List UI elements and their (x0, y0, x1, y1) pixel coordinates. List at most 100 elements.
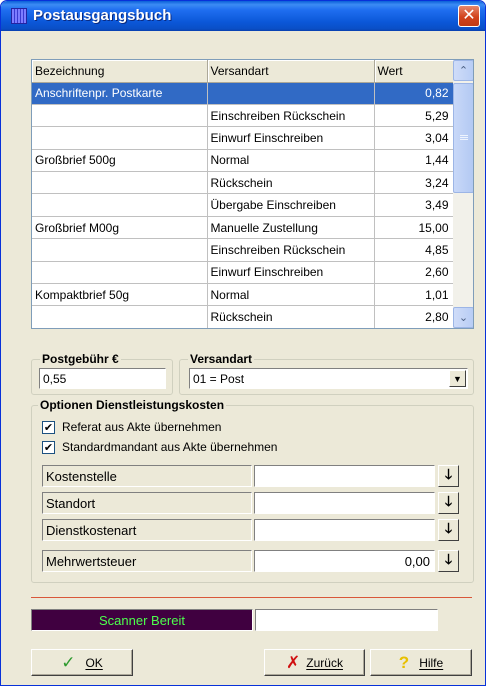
kostenstelle-lookup-button[interactable]: 🡓 (438, 465, 459, 487)
thumb-grip (460, 139, 468, 140)
scroll-down-button[interactable]: ⌄ (453, 307, 473, 328)
checkbox-referat[interactable]: ✔ Referat aus Akte übernehmen (42, 419, 221, 435)
table-row[interactable]: Übergabe Einschreiben 3,49 (32, 193, 454, 217)
column-header-bezeichnung[interactable]: Bezeichnung (32, 60, 208, 83)
cross-icon: ✗ (286, 652, 301, 672)
arrow-down-icon: 🡓 (444, 520, 453, 536)
cell-wert: 3,49 (374, 193, 454, 217)
ok-button[interactable]: ✓ OK (31, 649, 133, 676)
postage-table: Bezeichnung Versandart Wert Anschriftenp… (32, 60, 454, 328)
title-bar[interactable]: Postausgangsbuch ✕ (1, 1, 485, 31)
close-button[interactable]: ✕ (458, 5, 480, 27)
table-row[interactable]: Rückschein 3,24 (32, 171, 454, 195)
table-row[interactable]: Kompaktbrief 50g Normal 1,01 (32, 283, 454, 307)
checkbox-box[interactable]: ✔ (42, 420, 55, 434)
cell-bezeichnung: Anschriftenpr. Postkarte (32, 82, 208, 105)
dienstkostenart-field[interactable] (254, 519, 435, 541)
dropdown-button[interactable]: ▼ (449, 370, 466, 387)
cell-versandart: Normal (207, 149, 375, 173)
close-icon: ✕ (462, 7, 476, 24)
scrollbar-thumb[interactable] (453, 83, 473, 193)
grid-header-row: Bezeichnung Versandart Wert (32, 60, 454, 83)
table-row[interactable]: Einwurf Einschreiben 3,04 (32, 126, 454, 150)
scanner-input[interactable] (255, 609, 438, 631)
cell-versandart: Einschreiben Rückschein (207, 238, 375, 262)
thumb-grip (460, 137, 468, 138)
versandart-group: Versandart 01 = Post ▼ (179, 352, 474, 395)
scroll-up-button[interactable]: ⌃ (453, 60, 473, 81)
checkbox-standardmandant[interactable]: ✔ Standardmandant aus Akte übernehmen (42, 439, 277, 455)
mehrwertsteuer-label: Mehrwertsteuer (42, 550, 252, 572)
table-row[interactable]: Rückschein 2,80 (32, 305, 454, 328)
cell-versandart: Einwurf Einschreiben (207, 126, 375, 150)
grid-body: Anschriftenpr. Postkarte 0,82 Einschreiben… (32, 82, 454, 328)
window-title: Postausgangsbuch (33, 7, 172, 24)
separator-line (31, 597, 472, 598)
checkbox-label: Standardmandant aus Akte übernehmen (62, 440, 278, 454)
cell-versandart: Normal (207, 283, 375, 307)
versandart-label: Versandart (188, 352, 255, 366)
cell-bezeichnung (32, 171, 208, 195)
help-button-label: Hilfe (419, 655, 444, 670)
cell-bezeichnung (32, 238, 208, 262)
standort-label: Standort (42, 492, 252, 514)
cell-wert: 1,01 (374, 283, 454, 307)
table-row[interactable]: Großbrief 500g Normal 1,44 (32, 149, 454, 173)
ok-button-label: OK (85, 655, 103, 670)
cell-bezeichnung (32, 126, 208, 150)
kostenstelle-field[interactable] (254, 465, 435, 487)
postgebuehr-label: Postgebühr € (40, 352, 121, 366)
checkbox-box[interactable]: ✔ (42, 440, 55, 454)
postgebuehr-input[interactable]: 0,55 (39, 368, 166, 389)
table-row[interactable]: Einschreiben Rückschein 5,29 (32, 104, 454, 128)
kostenstelle-label: Kostenstelle (42, 465, 252, 487)
cell-wert: 3,24 (374, 171, 454, 195)
back-button[interactable]: ✗ Zurück (264, 649, 365, 676)
cell-wert: 2,60 (374, 261, 454, 285)
arrow-down-icon: 🡓 (444, 551, 453, 567)
cell-wert: 1,44 (374, 149, 454, 173)
cell-wert: 2,80 (374, 305, 454, 328)
check-icon: ✔ (43, 441, 54, 454)
versandart-select[interactable]: 01 = Post ▼ (189, 368, 468, 389)
cell-versandart: Rückschein (207, 305, 375, 328)
checkbox-label: Referat aus Akte übernehmen (62, 420, 222, 434)
cell-versandart: Manuelle Zustellung (207, 216, 375, 240)
cell-wert: 5,29 (374, 104, 454, 128)
cell-bezeichnung (32, 261, 208, 285)
cell-versandart: Einwurf Einschreiben (207, 261, 375, 285)
chevron-down-icon: ▼ (453, 373, 462, 384)
column-header-wert[interactable]: Wert (374, 60, 454, 83)
standort-lookup-button[interactable]: 🡓 (438, 492, 459, 514)
table-row[interactable]: Einwurf Einschreiben 2,60 (32, 261, 454, 285)
dienstkostenart-lookup-button[interactable]: 🡓 (438, 519, 459, 541)
mehrwertsteuer-field[interactable]: 0,00 (254, 550, 435, 572)
cell-bezeichnung: Großbrief 500g (32, 149, 208, 173)
dialog-window: Postausgangsbuch ✕ Bezeichnung Versandar… (0, 0, 486, 686)
postgebuehr-group: Postgebühr € 0,55 (31, 352, 173, 395)
check-icon: ✔ (43, 421, 54, 434)
cell-wert: 0,82 (374, 82, 454, 105)
arrow-down-icon: 🡓 (444, 493, 453, 509)
arrow-down-icon: 🡓 (444, 466, 453, 482)
help-button[interactable]: ? Hilfe (370, 649, 472, 676)
cell-wert: 15,00 (374, 216, 454, 240)
cell-bezeichnung (32, 104, 208, 128)
vertical-scrollbar[interactable]: ⌃ ⌄ (453, 60, 473, 328)
cell-bezeichnung (32, 193, 208, 217)
chevron-down-icon: ⌄ (458, 312, 469, 324)
column-header-versandart[interactable]: Versandart (207, 60, 375, 83)
chevron-up-icon: ⌃ (458, 65, 469, 77)
dienstkostenart-label: Dienstkostenart (42, 519, 252, 541)
standort-field[interactable] (254, 492, 435, 514)
cell-bezeichnung: Kompaktbrief 50g (32, 283, 208, 307)
checkmark-icon: ✓ (61, 652, 76, 672)
optionen-label: Optionen Dienstleistungskosten (38, 398, 227, 412)
table-row[interactable]: Einschreiben Rückschein 4,85 (32, 238, 454, 262)
app-icon (11, 8, 27, 24)
table-row[interactable]: Anschriftenpr. Postkarte 0,82 (32, 82, 454, 105)
mehrwertsteuer-lookup-button[interactable]: 🡓 (438, 550, 459, 572)
thumb-grip (460, 135, 468, 136)
table-row[interactable]: Großbrief M00g Manuelle Zustellung 15,00 (32, 216, 454, 240)
postage-grid[interactable]: Bezeichnung Versandart Wert Anschriftenp… (31, 59, 474, 329)
